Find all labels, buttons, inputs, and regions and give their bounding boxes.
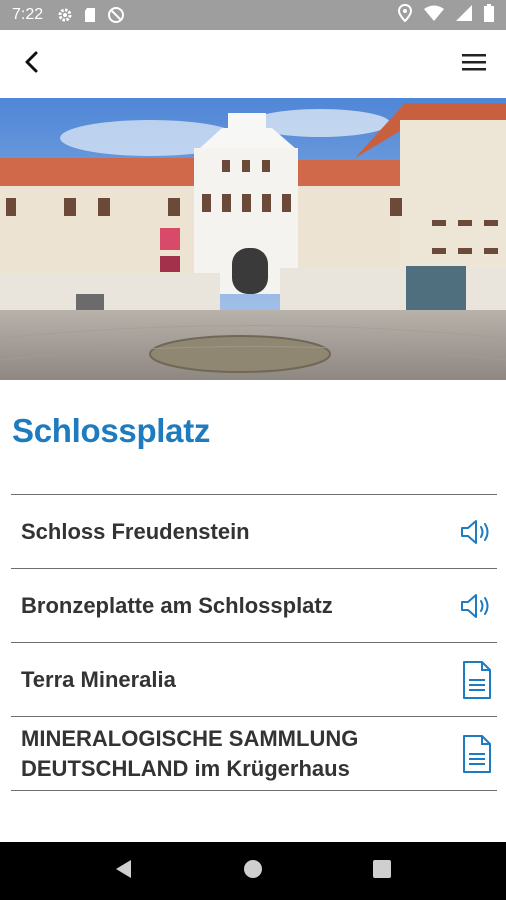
- gear-icon: [57, 7, 73, 23]
- app-bar: [0, 30, 506, 98]
- menu-button[interactable]: [454, 44, 494, 84]
- list-item-label: MINERALOGISCHE SAMMLUNG DEUTSCHLAND im K…: [21, 724, 358, 784]
- signal-icon: [456, 4, 472, 26]
- battery-icon: [484, 3, 494, 27]
- system-nav-bar: [0, 842, 506, 900]
- document-icon[interactable]: [457, 734, 497, 774]
- list-item-label: Terra Mineralia: [21, 666, 176, 692]
- list-item-schloss-freudenstein[interactable]: Schloss Freudenstein: [11, 495, 497, 569]
- poi-list: Schloss Freudenstein Bronzeplatte am Sch…: [11, 494, 497, 791]
- nav-home-button[interactable]: [233, 851, 273, 891]
- page-title: Schlossplatz: [12, 412, 211, 449]
- nav-home-circle-icon: [243, 859, 263, 884]
- speaker-icon[interactable]: [457, 517, 497, 547]
- hamburger-menu-icon: [462, 53, 486, 76]
- location-icon: [397, 3, 413, 27]
- status-bar: 7:22: [0, 0, 506, 30]
- list-item-label: Schloss Freudenstein: [21, 518, 250, 544]
- list-item-bronzeplatte[interactable]: Bronzeplatte am Schlossplatz: [11, 569, 497, 643]
- back-button[interactable]: [12, 44, 52, 84]
- wifi-icon: [424, 5, 444, 26]
- nav-recents-square-icon: [372, 859, 391, 883]
- sd-card-icon: [83, 7, 97, 23]
- nav-back-triangle-icon: [115, 859, 133, 884]
- status-time: 7:22: [12, 6, 44, 23]
- nav-recents-button[interactable]: [362, 851, 402, 891]
- list-item-terra-mineralia[interactable]: Terra Mineralia: [11, 643, 497, 717]
- nav-back-button[interactable]: [104, 851, 144, 891]
- list-item-label: Bronzeplatte am Schlossplatz: [21, 592, 333, 618]
- list-item-mineralogische-sammlung[interactable]: MINERALOGISCHE SAMMLUNG DEUTSCHLAND im K…: [11, 717, 497, 791]
- document-icon[interactable]: [457, 660, 497, 700]
- hero-image: [0, 98, 506, 380]
- list-item-label-line2: DEUTSCHLAND im Krügerhaus: [21, 755, 350, 781]
- block-icon: [107, 6, 125, 24]
- speaker-icon[interactable]: [457, 591, 497, 621]
- list-item-label-line1: MINERALOGISCHE SAMMLUNG: [21, 725, 359, 751]
- back-arrow-icon: [22, 50, 42, 79]
